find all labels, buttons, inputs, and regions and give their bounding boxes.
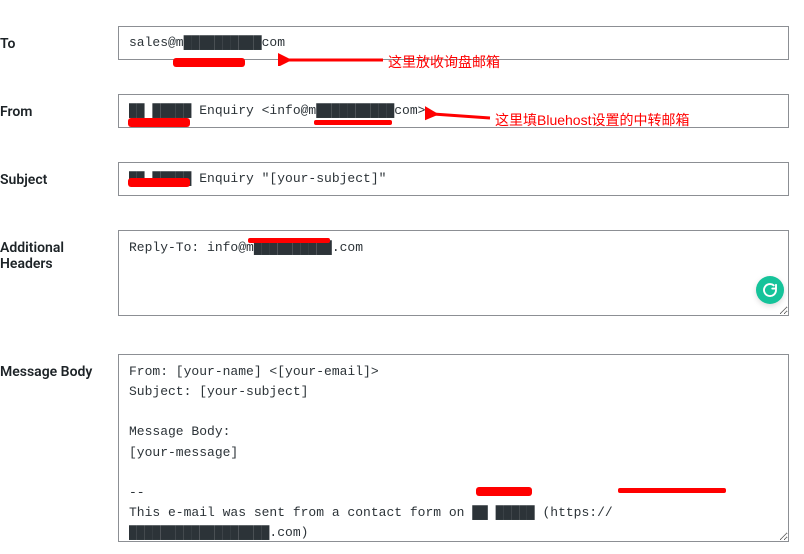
label-from: From: [0, 94, 118, 120]
additional-headers-field[interactable]: [118, 230, 789, 316]
label-additional-headers: Additional Headers: [0, 230, 118, 272]
grammarly-icon[interactable]: [756, 276, 784, 304]
label-to: To: [0, 26, 118, 52]
subject-field[interactable]: [118, 162, 789, 196]
message-body-field[interactable]: [118, 354, 789, 542]
to-field[interactable]: [118, 26, 789, 60]
from-field[interactable]: [118, 94, 789, 128]
label-subject: Subject: [0, 162, 118, 188]
label-message-body: Message Body: [0, 354, 118, 380]
